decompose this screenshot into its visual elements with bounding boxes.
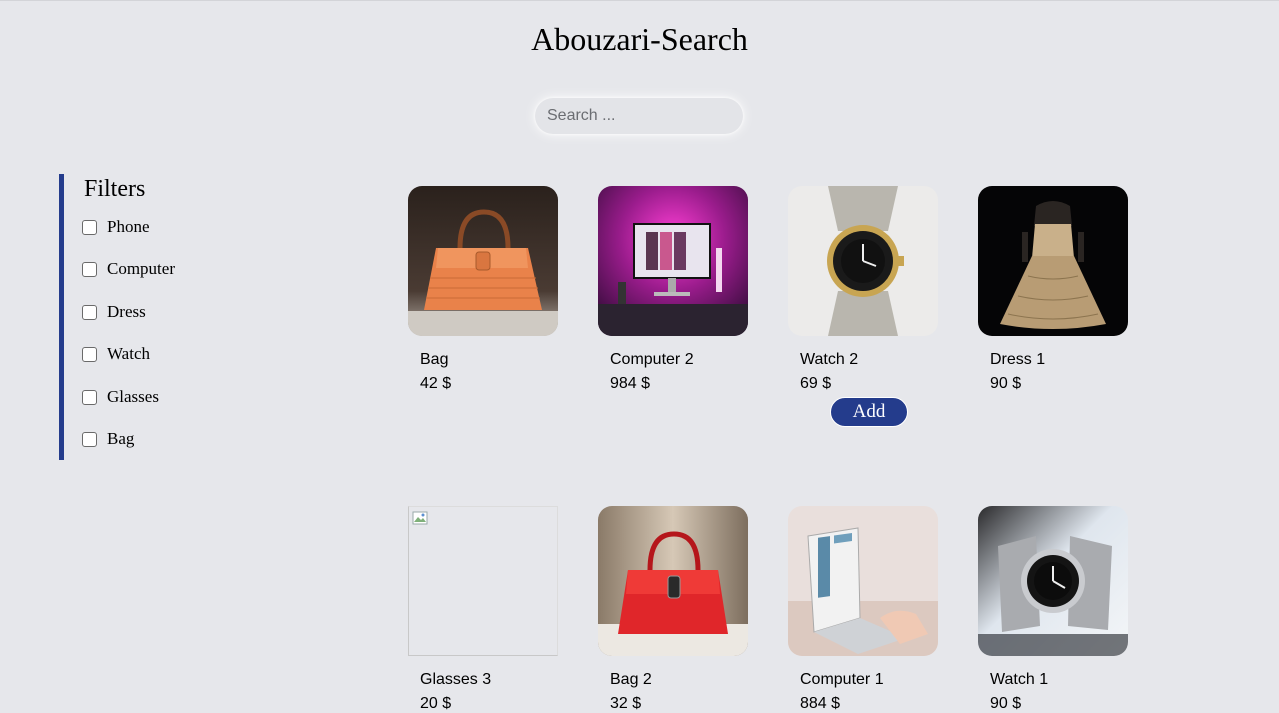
- product-card[interactable]: Glasses 3 20 $: [408, 506, 558, 712]
- product-card[interactable]: Computer 2 984 $: [598, 186, 748, 392]
- product-price: 884 $: [800, 695, 841, 712]
- product-price: 32 $: [610, 695, 642, 712]
- product-price: 69 $: [800, 375, 832, 392]
- add-button[interactable]: Add: [830, 397, 908, 427]
- filter-label: Glasses: [107, 387, 159, 406]
- product-card[interactable]: Bag 42 $: [408, 186, 558, 392]
- product-card[interactable]: Watch 2 69 $ Add: [788, 186, 938, 427]
- product-price: 42 $: [420, 375, 452, 392]
- filters-title: Filters: [84, 176, 146, 202]
- product-card[interactable]: Computer 1 884 $: [788, 506, 938, 712]
- filter-label: Computer: [107, 259, 175, 278]
- filter-checkbox[interactable]: [82, 304, 97, 320]
- product-image-orange-bag[interactable]: [408, 186, 558, 336]
- product-name: Computer 2: [610, 351, 694, 368]
- filter-label: Phone: [107, 217, 150, 236]
- product-price: 90 $: [990, 695, 1022, 712]
- product-name: Watch 1: [990, 671, 1049, 688]
- product-card[interactable]: Watch 1 90 $: [978, 506, 1128, 712]
- filter-bag[interactable]: Bag: [82, 429, 134, 449]
- filter-label: Dress: [107, 302, 146, 321]
- filter-checkbox[interactable]: [82, 346, 97, 362]
- product-name: Watch 2: [800, 351, 859, 368]
- filter-checkbox[interactable]: [82, 431, 97, 447]
- product-price: 90 $: [990, 375, 1022, 392]
- product-image-pink-computer[interactable]: [598, 186, 748, 336]
- product-price: 984 $: [610, 375, 651, 392]
- product-image-laptop[interactable]: [788, 506, 938, 656]
- product-name: Glasses 3: [420, 671, 492, 688]
- product-image-red-bag[interactable]: [598, 506, 748, 656]
- filter-computer[interactable]: Computer: [82, 259, 175, 279]
- filter-dress[interactable]: Dress: [82, 302, 146, 322]
- search-input[interactable]: [535, 98, 743, 134]
- product-price: 20 $: [420, 695, 452, 712]
- filter-label: Watch: [107, 344, 150, 363]
- broken-image-icon: [412, 511, 428, 525]
- filter-phone[interactable]: Phone: [82, 217, 150, 237]
- product-image-broken[interactable]: [408, 506, 558, 656]
- product-card[interactable]: Bag 2 32 $: [598, 506, 748, 712]
- filter-checkbox[interactable]: [82, 219, 97, 235]
- product-card[interactable]: Dress 1 90 $: [978, 186, 1128, 392]
- product-name: Bag: [420, 351, 449, 368]
- product-image-dress[interactable]: [978, 186, 1128, 336]
- product-name: Dress 1: [990, 351, 1046, 368]
- filter-checkbox[interactable]: [82, 389, 97, 405]
- page-title: Abouzari-Search: [531, 21, 748, 57]
- product-image-watch-2[interactable]: [978, 506, 1128, 656]
- filter-checkbox[interactable]: [82, 261, 97, 277]
- product-image-watch[interactable]: [788, 186, 938, 336]
- product-name: Computer 1: [800, 671, 884, 688]
- filter-label: Bag: [107, 429, 135, 448]
- filter-glasses[interactable]: Glasses: [82, 387, 159, 407]
- filters-panel: Filters Phone Computer Dress Watch Glass…: [59, 174, 259, 460]
- product-name: Bag 2: [610, 671, 652, 688]
- filter-watch[interactable]: Watch: [82, 344, 150, 364]
